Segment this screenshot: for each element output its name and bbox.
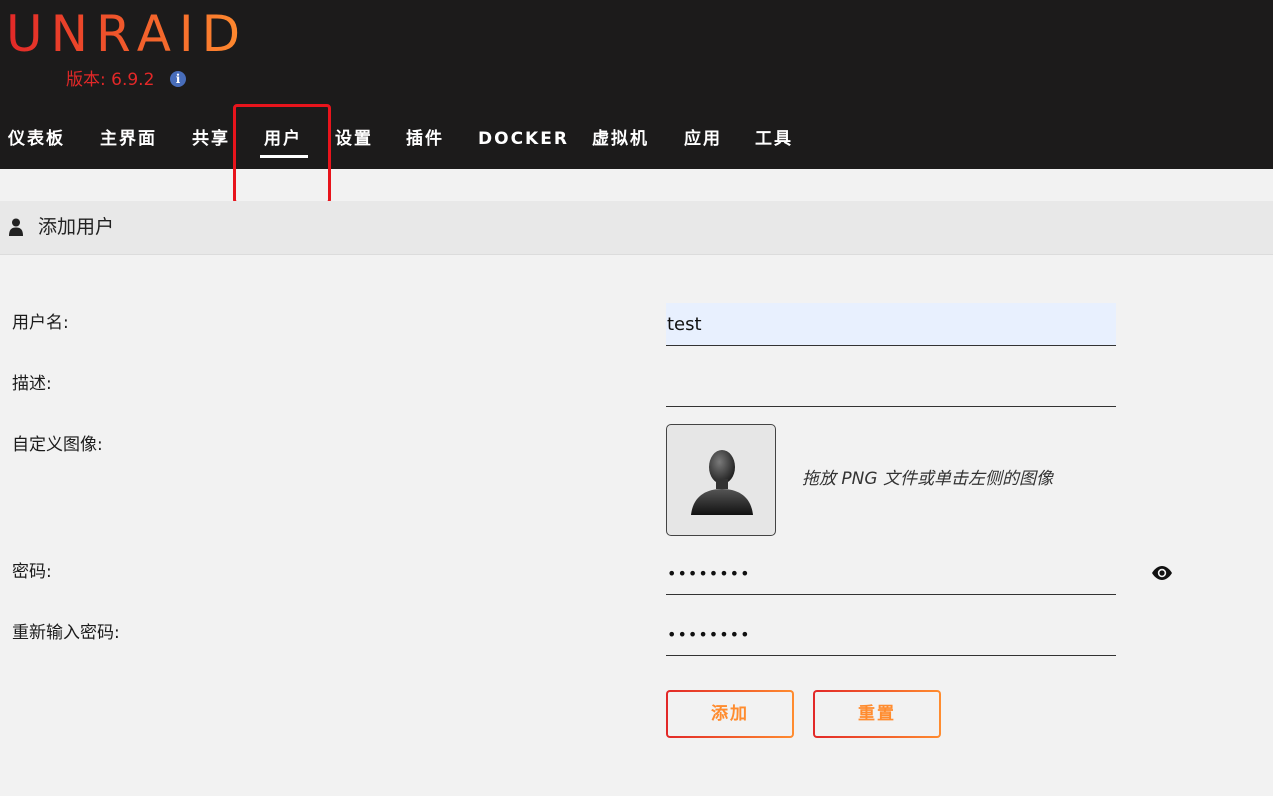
unraid-logo[interactable]: UNRAID — [6, 4, 248, 64]
nav-item-tools[interactable]: 工具 — [755, 124, 793, 154]
info-icon[interactable]: i — [170, 71, 186, 87]
reset-button[interactable]: 重置 — [813, 690, 941, 738]
password-input[interactable] — [666, 552, 1116, 595]
confirm-password-label: 重新输入密码: — [12, 623, 120, 643]
description-label: 描述: — [12, 374, 52, 394]
nav-item-apps[interactable]: 应用 — [684, 124, 722, 154]
eye-icon[interactable] — [1151, 565, 1173, 581]
add-button[interactable]: 添加 — [666, 690, 794, 738]
nav-item-plugins[interactable]: 插件 — [406, 124, 444, 154]
section-title: 添加用户 — [38, 216, 115, 238]
top-header: UNRAID 版本: 6.9.2 i 仪表板 主界面 共享 用户 设置 插件 D… — [0, 0, 1273, 169]
description-input[interactable] — [666, 364, 1116, 407]
password-label: 密码: — [12, 562, 52, 582]
username-label: 用户名: — [12, 313, 69, 333]
avatar-dropzone[interactable] — [666, 424, 776, 536]
nav-item-vms[interactable]: 虚拟机 — [592, 124, 649, 154]
section-header — [0, 201, 1273, 255]
nav-item-docker[interactable]: DOCKER — [478, 124, 569, 154]
nav-item-main[interactable]: 主界面 — [100, 124, 157, 154]
main-nav: 仪表板 主界面 共享 用户 设置 插件 DOCKER 虚拟机 应用 工具 — [0, 124, 900, 154]
username-input[interactable] — [666, 303, 1116, 346]
nav-item-shares[interactable]: 共享 — [192, 124, 230, 154]
version-text: 版本: 6.9.2 — [66, 70, 155, 90]
highlight-annotation-box — [233, 104, 331, 204]
user-icon — [9, 218, 23, 236]
nav-item-settings[interactable]: 设置 — [335, 124, 373, 154]
custom-image-label: 自定义图像: — [12, 435, 103, 455]
default-avatar-icon — [691, 450, 753, 515]
nav-item-dashboard[interactable]: 仪表板 — [8, 124, 65, 154]
confirm-password-input[interactable] — [666, 613, 1116, 656]
avatar-drop-hint: 拖放 PNG 文件或单击左侧的图像 — [802, 469, 1053, 489]
